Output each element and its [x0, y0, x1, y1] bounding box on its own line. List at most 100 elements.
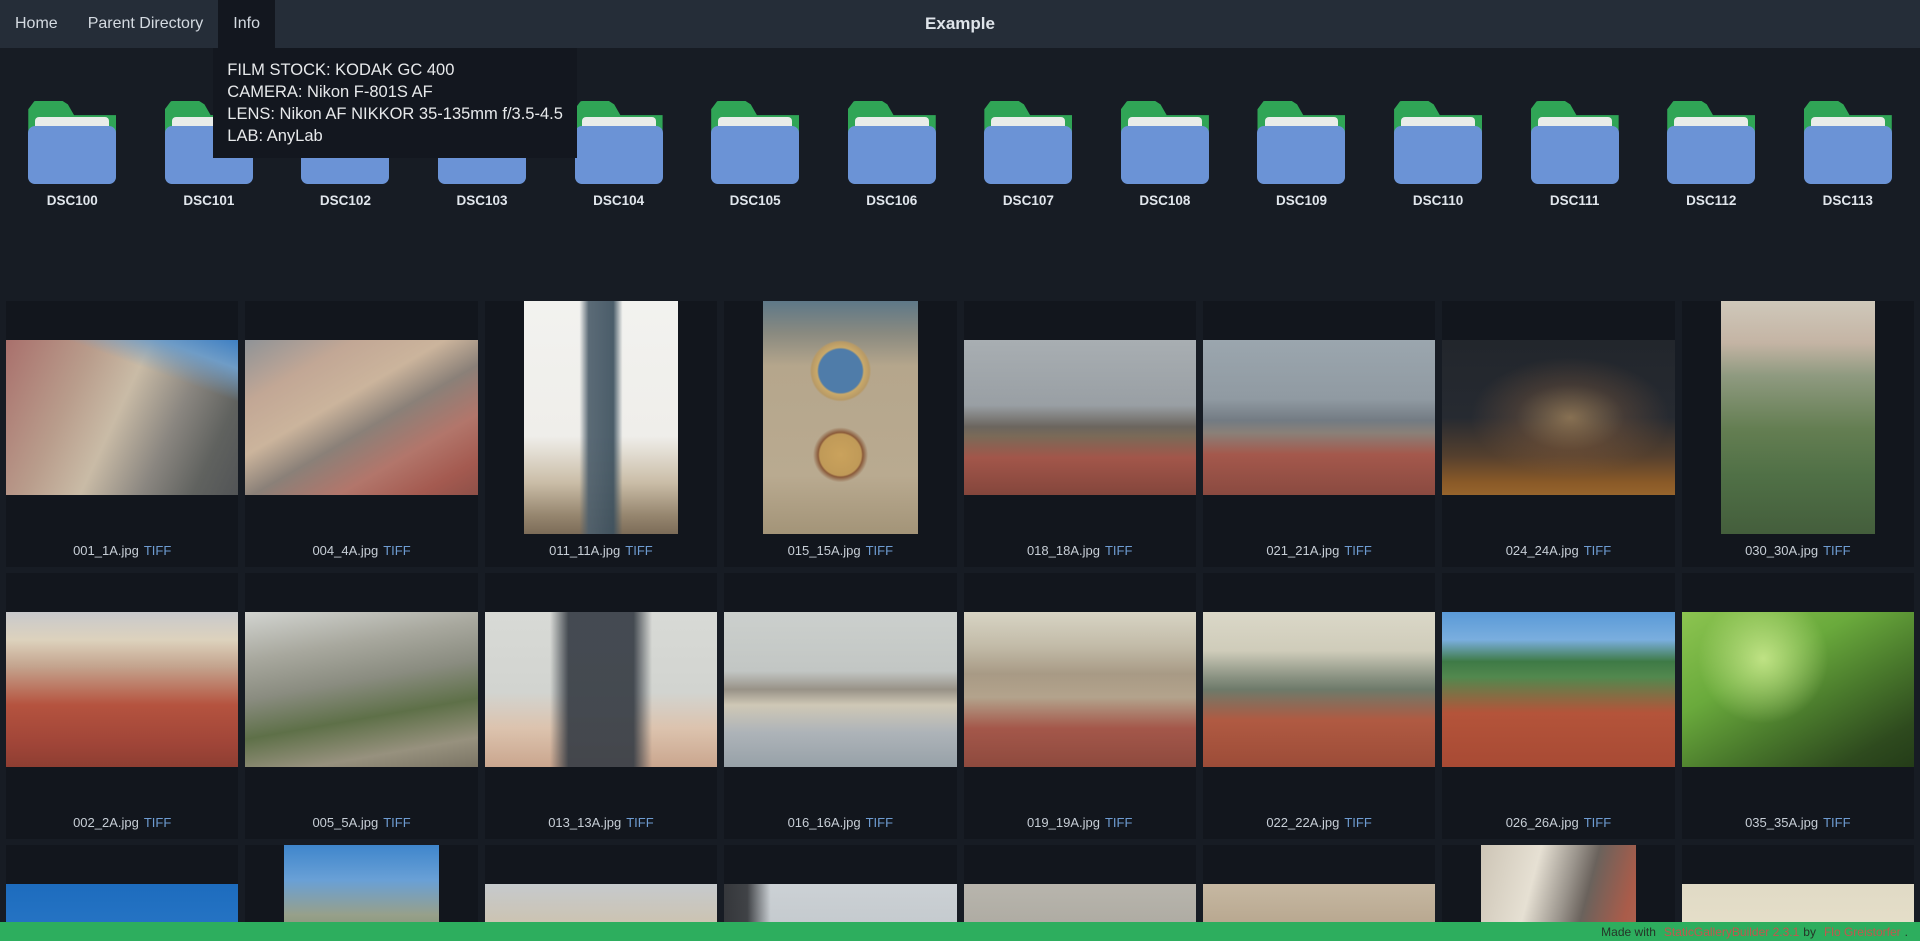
folder-icon — [1120, 101, 1209, 184]
thumbnail-area — [484, 573, 718, 806]
photo-thumbnail[interactable] — [6, 340, 239, 495]
photo-filename: 026_26A.jpg — [1505, 815, 1579, 830]
tiff-link[interactable]: TIFF — [144, 543, 171, 558]
photo-filename: 024_24A.jpg — [1505, 543, 1579, 558]
folder-icon-front — [711, 125, 800, 184]
folder-icon — [847, 101, 936, 184]
tiff-link[interactable]: TIFF — [1105, 815, 1132, 830]
tiff-link[interactable]: TIFF — [626, 815, 653, 830]
thumbnail-area — [963, 573, 1196, 806]
photo-filename: 019_19A.jpg — [1026, 815, 1100, 830]
photo-cell: 030_30A.jpg TIFF — [1681, 301, 1914, 567]
thumbnail-area — [724, 573, 957, 806]
photo-thumbnail[interactable] — [1442, 612, 1675, 767]
folder[interactable]: DSC113 — [1780, 101, 1917, 208]
tiff-link[interactable]: TIFF — [383, 543, 410, 558]
folder[interactable]: DSC110 — [1370, 101, 1507, 208]
folder-icon — [1667, 101, 1756, 184]
folder-icon-front — [1257, 125, 1346, 184]
folder[interactable]: DSC108 — [1097, 101, 1234, 208]
tiff-link[interactable]: TIFF — [625, 543, 652, 558]
info-line-lab: LAB: AnyLab — [227, 127, 323, 145]
nav-item-home[interactable]: Home — [0, 0, 73, 48]
tiff-link[interactable]: TIFF — [1584, 543, 1611, 558]
folder-icon-front — [574, 125, 663, 184]
photo-cell: 001_1A.jpg TIFF — [6, 301, 239, 567]
photo-cell: 022_22A.jpg TIFF — [1202, 573, 1436, 839]
photo-thumbnail[interactable] — [6, 612, 239, 767]
photo-thumbnail[interactable] — [245, 612, 478, 767]
photo-thumbnail[interactable] — [523, 301, 679, 534]
info-dropdown-panel: FILM STOCK: KODAK GC 400 CAMERA: Nikon F… — [213, 48, 577, 158]
folder[interactable]: DSC107 — [960, 101, 1097, 208]
tiff-link[interactable]: TIFF — [866, 815, 893, 830]
tiff-link[interactable]: TIFF — [383, 815, 410, 830]
photo-caption: 015_15A.jpg TIFF — [724, 534, 956, 567]
photo-thumbnail[interactable] — [245, 340, 478, 495]
folder[interactable]: DSC100 — [4, 101, 141, 208]
photo-cell: 002_2A.jpg TIFF — [6, 573, 239, 839]
tiff-link[interactable]: TIFF — [144, 815, 171, 830]
tiff-link[interactable]: TIFF — [1823, 543, 1850, 558]
photo-caption: 019_19A.jpg TIFF — [964, 806, 1196, 839]
photo-thumbnail[interactable] — [1720, 301, 1876, 534]
tiff-link[interactable]: TIFF — [1105, 543, 1132, 558]
photo-thumbnail[interactable] — [1202, 612, 1436, 767]
folder[interactable]: DSC109 — [1233, 101, 1370, 208]
thumbnail-area — [1682, 301, 1914, 534]
folder-icon — [1803, 101, 1892, 184]
nav-item-info-label: Info — [233, 15, 260, 32]
info-line-camera: CAMERA: Nikon F-801S AF — [227, 83, 433, 101]
thumbnail-area — [6, 573, 239, 806]
thumbnail-area — [245, 301, 478, 534]
footer-prefix: Made with — [1601, 924, 1656, 939]
footer-connector: by — [1803, 924, 1816, 939]
tiff-link[interactable]: TIFF — [866, 543, 893, 558]
nav-item-parent-directory[interactable]: Parent Directory — [73, 0, 219, 48]
folder-icon-front — [1667, 125, 1756, 184]
photo-cell: 021_21A.jpg TIFF — [1202, 301, 1436, 567]
folder-name: DSC109 — [1275, 193, 1327, 208]
thumbnail-area — [1442, 573, 1675, 806]
thumbnail-area — [1681, 573, 1914, 806]
folder-name: DSC102 — [319, 193, 371, 208]
photo-thumbnail[interactable] — [1681, 612, 1914, 767]
photo-filename: 021_21A.jpg — [1266, 543, 1340, 558]
folder-icon-front — [1394, 125, 1483, 184]
folder-name: DSC104 — [593, 193, 645, 208]
folder[interactable]: DSC112 — [1643, 101, 1780, 208]
photo-cell: 026_26A.jpg TIFF — [1442, 573, 1675, 839]
tiff-link[interactable]: TIFF — [1823, 815, 1850, 830]
thumbnail-area — [1202, 301, 1436, 534]
folder[interactable]: DSC111 — [1506, 101, 1643, 208]
photo-thumbnail[interactable] — [1202, 340, 1436, 495]
photo-cell: 013_13A.jpg TIFF — [484, 573, 718, 839]
builder-link[interactable]: StaticGalleryBuilder 2.3.1 — [1664, 925, 1799, 939]
folder[interactable]: DSC105 — [687, 101, 824, 208]
photo-filename: 018_18A.jpg — [1026, 543, 1100, 558]
folder-name: DSC108 — [1139, 193, 1191, 208]
photo-caption: 021_21A.jpg TIFF — [1203, 534, 1435, 567]
folder-icon — [1394, 101, 1483, 184]
photo-thumbnail[interactable] — [763, 301, 918, 534]
tiff-link[interactable]: TIFF — [1584, 815, 1611, 830]
folder-name: DSC112 — [1686, 193, 1737, 208]
folder-name: DSC105 — [729, 193, 781, 208]
photo-thumbnail[interactable] — [963, 612, 1196, 767]
tiff-link[interactable]: TIFF — [1344, 543, 1371, 558]
folder-name: DSC111 — [1549, 193, 1600, 208]
folder[interactable]: DSC106 — [823, 101, 960, 208]
folder-icon — [1257, 101, 1346, 184]
page-title: Example — [925, 14, 995, 33]
photo-caption: 026_26A.jpg TIFF — [1442, 806, 1674, 839]
author-link[interactable]: Flo Greistorfer — [1824, 925, 1901, 939]
photo-thumbnail[interactable] — [963, 340, 1196, 495]
nav-item-info[interactable]: Info FILM STOCK: KODAK GC 400 CAMERA: Ni… — [213, 0, 577, 158]
photo-thumbnail[interactable] — [1442, 340, 1675, 495]
photo-thumbnail[interactable] — [484, 612, 718, 767]
tiff-link[interactable]: TIFF — [1344, 815, 1371, 830]
photo-cell: 019_19A.jpg TIFF — [963, 573, 1196, 839]
photo-cell: 004_4A.jpg TIFF — [245, 301, 478, 567]
photo-thumbnail[interactable] — [724, 612, 957, 767]
photo-cell: 011_11A.jpg TIFF — [484, 301, 718, 567]
